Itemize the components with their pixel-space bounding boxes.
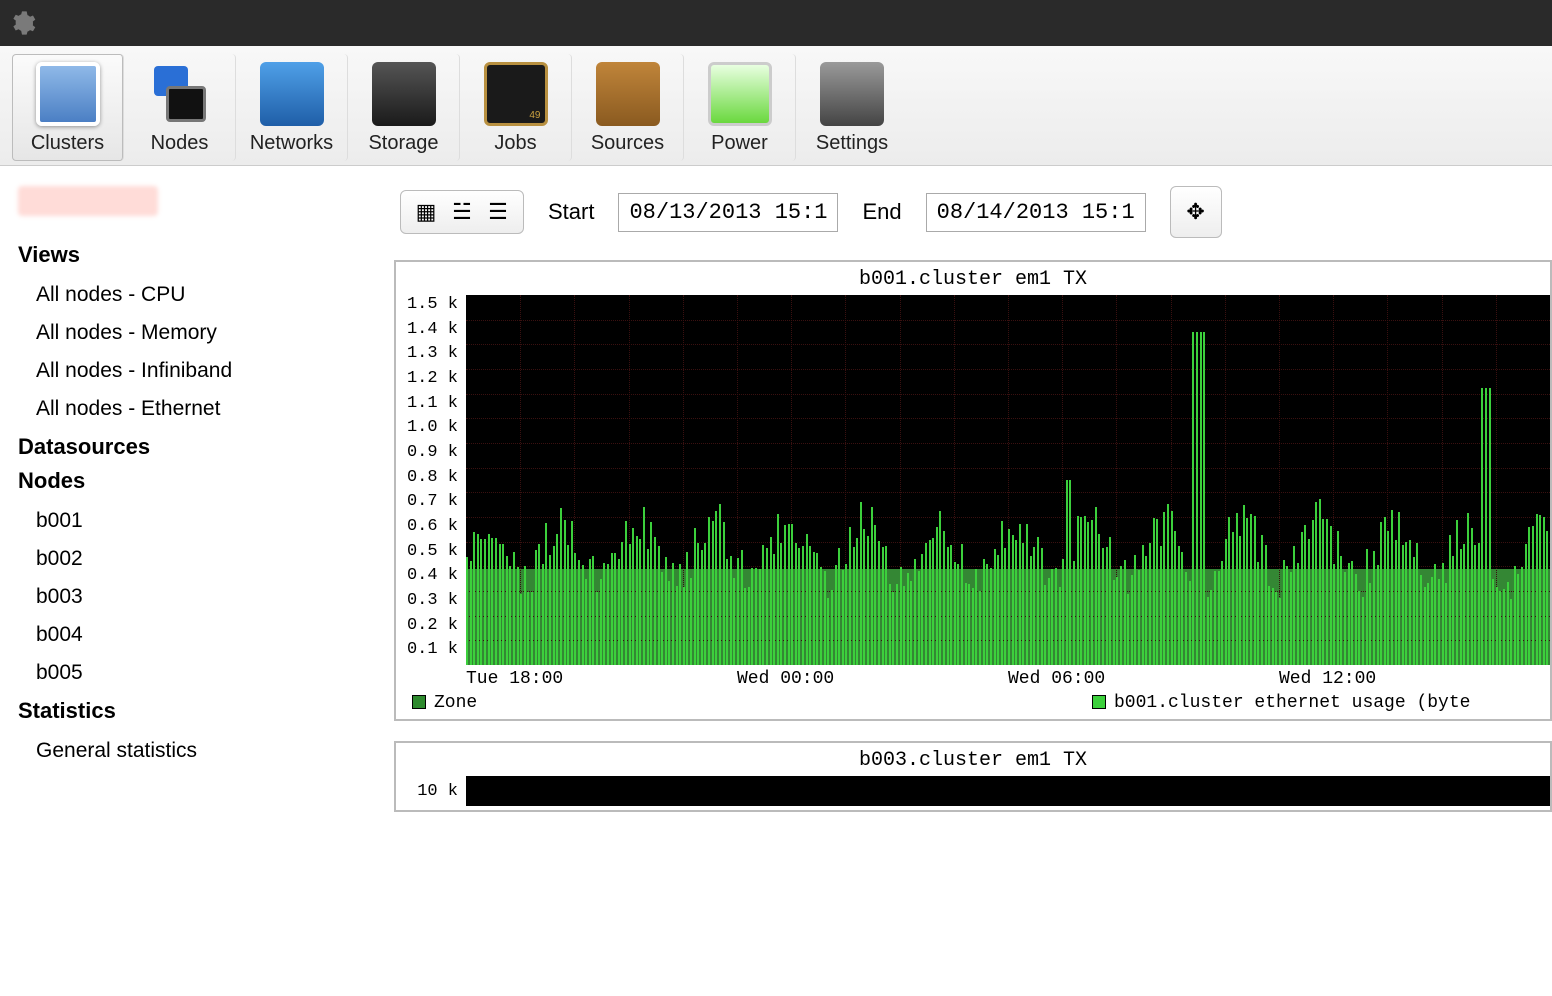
x-tick: Tue 18:00 [466, 669, 737, 689]
legend-label-zone: Zone [434, 693, 477, 713]
y-tick: 1.2 k [407, 369, 458, 388]
x-tick: Wed 00:00 [737, 669, 1008, 689]
sidebar-view-item[interactable]: All nodes - Ethernet [18, 390, 362, 428]
start-label: Start [548, 199, 594, 225]
chart-plot-area[interactable] [466, 776, 1550, 806]
storage-icon [372, 62, 436, 126]
chart-legend: Zone b001.cluster ethernet usage (byte [396, 691, 1550, 715]
sidebar-view-item[interactable]: All nodes - Infiniband [18, 352, 362, 390]
sidebar-node-item[interactable]: b002 [18, 540, 362, 578]
tool-label: Jobs [464, 132, 567, 155]
power-icon [708, 62, 772, 126]
chart-y-axis: 10 k [396, 776, 466, 806]
view-mode-switch: ▦ ☱ ☰ [400, 190, 524, 234]
sidebar-view-item[interactable]: All nodes - Memory [18, 314, 362, 352]
tool-jobs[interactable]: Jobs [460, 54, 572, 161]
nodes-heading: Nodes [18, 468, 362, 494]
chart-y-axis: 1.5 k 1.4 k 1.3 k 1.2 k 1.1 k 1.0 k 0.9 k 0.8 k… [396, 295, 466, 665]
tool-label: Settings [800, 132, 904, 155]
statistics-heading: Statistics [18, 698, 362, 724]
x-tick: Wed 12:00 [1279, 669, 1550, 689]
tool-networks[interactable]: Networks [236, 54, 348, 161]
tool-power[interactable]: Power [684, 54, 796, 161]
datasources-heading: Datasources [18, 434, 362, 460]
tool-label: Power [688, 132, 791, 155]
start-datetime-input[interactable] [618, 193, 838, 232]
tool-sources[interactable]: Sources [572, 54, 684, 161]
end-label: End [862, 199, 901, 225]
y-tick: 10 k [417, 782, 458, 801]
y-tick: 0.8 k [407, 468, 458, 487]
y-tick: 1.3 k [407, 344, 458, 363]
expand-button[interactable]: ✥ [1170, 186, 1222, 238]
legend-label-series: b001.cluster ethernet usage (byte [1114, 693, 1470, 713]
y-tick: 1.4 k [407, 320, 458, 339]
main-toolbar: Clusters Nodes Networks Storage Jobs Sources P… [0, 46, 1552, 166]
sidebar-view-item[interactable]: All nodes - CPU [18, 276, 362, 314]
chart-b003-em1-tx: b003.cluster em1 TX 10 k [394, 741, 1552, 812]
chart-b001-em1-tx: b001.cluster em1 TX 1.5 k 1.4 k 1.3 k 1.2 k… [394, 260, 1552, 721]
app-topbar [0, 0, 1552, 46]
sidebar: Views All nodes - CPUAll nodes - MemoryA… [0, 166, 380, 996]
sidebar-stat-item[interactable]: General statistics [18, 732, 362, 770]
tool-label: Storage [352, 132, 455, 155]
sources-icon [596, 62, 660, 126]
x-tick: Wed 06:00 [1008, 669, 1279, 689]
legend-swatch-series [1092, 695, 1106, 709]
y-tick: 1.1 k [407, 394, 458, 413]
tool-label: Nodes [128, 132, 231, 155]
sidebar-node-item[interactable]: b003 [18, 578, 362, 616]
chart-title: b001.cluster em1 TX [396, 262, 1550, 295]
networks-icon [260, 62, 324, 126]
y-tick: 1.5 k [407, 295, 458, 314]
tool-label: Networks [240, 132, 343, 155]
rows-view-icon[interactable]: ☰ [485, 199, 511, 225]
content-area: ▦ ☱ ☰ Start End ✥ b001.cluster em1 TX 1.… [380, 166, 1552, 996]
clusters-icon [36, 62, 100, 126]
y-tick: 0.1 k [407, 640, 458, 659]
grid-view-icon[interactable]: ▦ [413, 199, 439, 225]
views-heading: Views [18, 242, 362, 268]
tool-settings[interactable]: Settings [796, 54, 908, 161]
end-datetime-input[interactable] [926, 193, 1146, 232]
tool-clusters[interactable]: Clusters [12, 54, 124, 161]
chart-x-axis: Tue 18:00Wed 00:00Wed 06:00Wed 12:00 [396, 665, 1550, 691]
y-tick: 1.0 k [407, 418, 458, 437]
sidebar-node-item[interactable]: b004 [18, 616, 362, 654]
y-tick: 0.2 k [407, 616, 458, 635]
chart-title: b003.cluster em1 TX [396, 743, 1550, 776]
settings-icon [820, 62, 884, 126]
y-tick: 0.3 k [407, 591, 458, 610]
sidebar-node-item[interactable]: b005 [18, 654, 362, 692]
jobs-icon [484, 62, 548, 126]
tool-label: Clusters [16, 132, 119, 155]
y-tick: 0.4 k [407, 566, 458, 585]
nodes-icon [148, 62, 212, 126]
tool-nodes[interactable]: Nodes [124, 54, 236, 161]
gear-icon[interactable] [8, 9, 36, 37]
y-tick: 0.6 k [407, 517, 458, 536]
redacted-logo [18, 186, 158, 216]
tool-storage[interactable]: Storage [348, 54, 460, 161]
tool-label: Sources [576, 132, 679, 155]
expand-icon: ✥ [1186, 199, 1204, 225]
list-view-icon[interactable]: ☱ [449, 199, 475, 225]
sidebar-node-item[interactable]: b001 [18, 502, 362, 540]
y-tick: 0.7 k [407, 492, 458, 511]
y-tick: 0.9 k [407, 443, 458, 462]
controls-bar: ▦ ☱ ☰ Start End ✥ [394, 186, 1552, 238]
y-tick: 0.5 k [407, 542, 458, 561]
chart-plot-area[interactable] [466, 295, 1550, 665]
legend-swatch-zone [412, 695, 426, 709]
